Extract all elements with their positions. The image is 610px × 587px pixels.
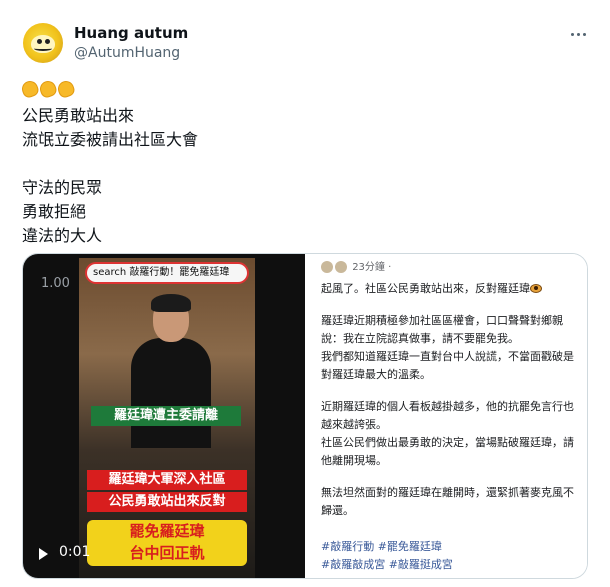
post-line: 越來越誇張。	[321, 418, 387, 431]
video-current-time: 0:01	[59, 544, 91, 560]
post-line: 我們都知道羅廷瑋一直對台中人說謊，不當面戳破是	[321, 350, 574, 363]
more-options-icon[interactable]	[566, 24, 590, 44]
tweet-line: 違法的大人	[22, 226, 103, 245]
tweet-text: 公民勇敢站出來 流氓立委被請出社區大會 守法的民眾 勇敢拒絕 違法的大人	[19, 78, 199, 248]
video-caption-red-1: 羅廷瑋大軍深入社區	[87, 470, 247, 490]
tweet-line: 流氓立委被請出社區大會	[22, 130, 199, 149]
post-line: 說：我在立院認真做事，請不要罷免我。	[321, 332, 519, 345]
embedded-post-text: 起風了。社區公民勇敢站出來，反對羅廷瑋 羅廷瑋近期積極參加社區區權會，口口聲聲對…	[321, 280, 583, 520]
post-line: 對羅廷瑋最大的溫柔。	[321, 368, 431, 381]
post-line: 羅廷瑋近期積極參加社區區權會，口口聲聲對鄉親	[321, 314, 563, 327]
video-caption-banner: 罷免羅廷瑋 台中回正軌	[87, 520, 247, 566]
embedded-post-header: 23分鐘 ·	[321, 258, 391, 273]
embedded-post-timestamp: 23分鐘 ·	[352, 262, 392, 273]
avatar-eye-left	[37, 39, 42, 44]
embedded-post-avatar	[321, 261, 333, 273]
tweet-line: 勇敢拒絕	[22, 202, 87, 221]
tweet-line	[22, 152, 198, 176]
eye-icon	[530, 284, 542, 293]
avatar-mouth	[34, 46, 52, 51]
video-caption-red-2: 公民勇敢站出來反對	[87, 492, 247, 512]
video-caption-big-2: 台中回正軌	[129, 544, 205, 562]
hashtag-line[interactable]: #敲羅敲成宮 #敲羅挺成宮	[321, 556, 453, 574]
avatar-eye-right	[45, 39, 50, 44]
post-line: 近期羅廷瑋的個人看板越掛越多，他的抗罷免言行也	[321, 400, 574, 413]
emoji-row	[19, 78, 198, 104]
hashtag-line[interactable]: #敲羅行動 #罷免羅廷瑋	[321, 538, 453, 556]
post-line: 社區公民們做出最勇敢的決定，當場點破羅廷瑋，請	[321, 436, 574, 449]
video-player[interactable]: 1.00 search 敲羅行動！罷免羅廷瑋 羅廷瑋遭主委請離 羅廷瑋大軍深入社…	[23, 254, 305, 578]
video-caption-big-1: 罷免羅廷瑋	[129, 522, 205, 540]
play-icon[interactable]	[39, 548, 48, 560]
post-line: 起風了。社區公民勇敢站出來，反對羅廷瑋	[321, 280, 583, 298]
display-name[interactable]: Huang autum	[74, 24, 188, 42]
embedded-post-hashtags: #敲羅行動 #罷免羅廷瑋 #敲羅敲成宮 #敲羅挺成宮	[321, 538, 453, 574]
avatar[interactable]	[23, 23, 63, 63]
post-line: 他離開現場。	[321, 454, 387, 467]
video-caption-green: 羅廷瑋遭主委請離	[91, 406, 241, 426]
embedded-post-avatar	[335, 261, 347, 273]
embedded-post-image[interactable]: 23分鐘 · 起風了。社區公民勇敢站出來，反對羅廷瑋 羅廷瑋近期積極參加社區區權…	[305, 254, 587, 578]
user-handle[interactable]: @AutumHuang	[74, 45, 180, 61]
tweet-line: 守法的民眾	[22, 178, 103, 197]
post-line: 無法坦然面對的羅廷瑋在離開時，還緊抓著麥克風不	[321, 486, 574, 499]
tweet-line: 公民勇敢站出來	[22, 106, 135, 125]
post-line: 歸還。	[321, 504, 354, 517]
tweet: Huang autum @AutumHuang 公民勇敢站出來 流氓立委被請出社…	[0, 0, 610, 587]
video-search-overlay: search 敲羅行動！罷免羅廷瑋	[85, 262, 249, 284]
clapping-hands-icon	[19, 78, 77, 100]
video-top-timestamp: 1.00	[41, 276, 70, 291]
video-frame[interactable]: search 敲羅行動！罷免羅廷瑋 羅廷瑋遭主委請離 羅廷瑋大軍深入社區 公民勇…	[79, 258, 255, 578]
media-attachment[interactable]: 1.00 search 敲羅行動！罷免羅廷瑋 羅廷瑋遭主委請離 羅廷瑋大軍深入社…	[22, 253, 588, 579]
